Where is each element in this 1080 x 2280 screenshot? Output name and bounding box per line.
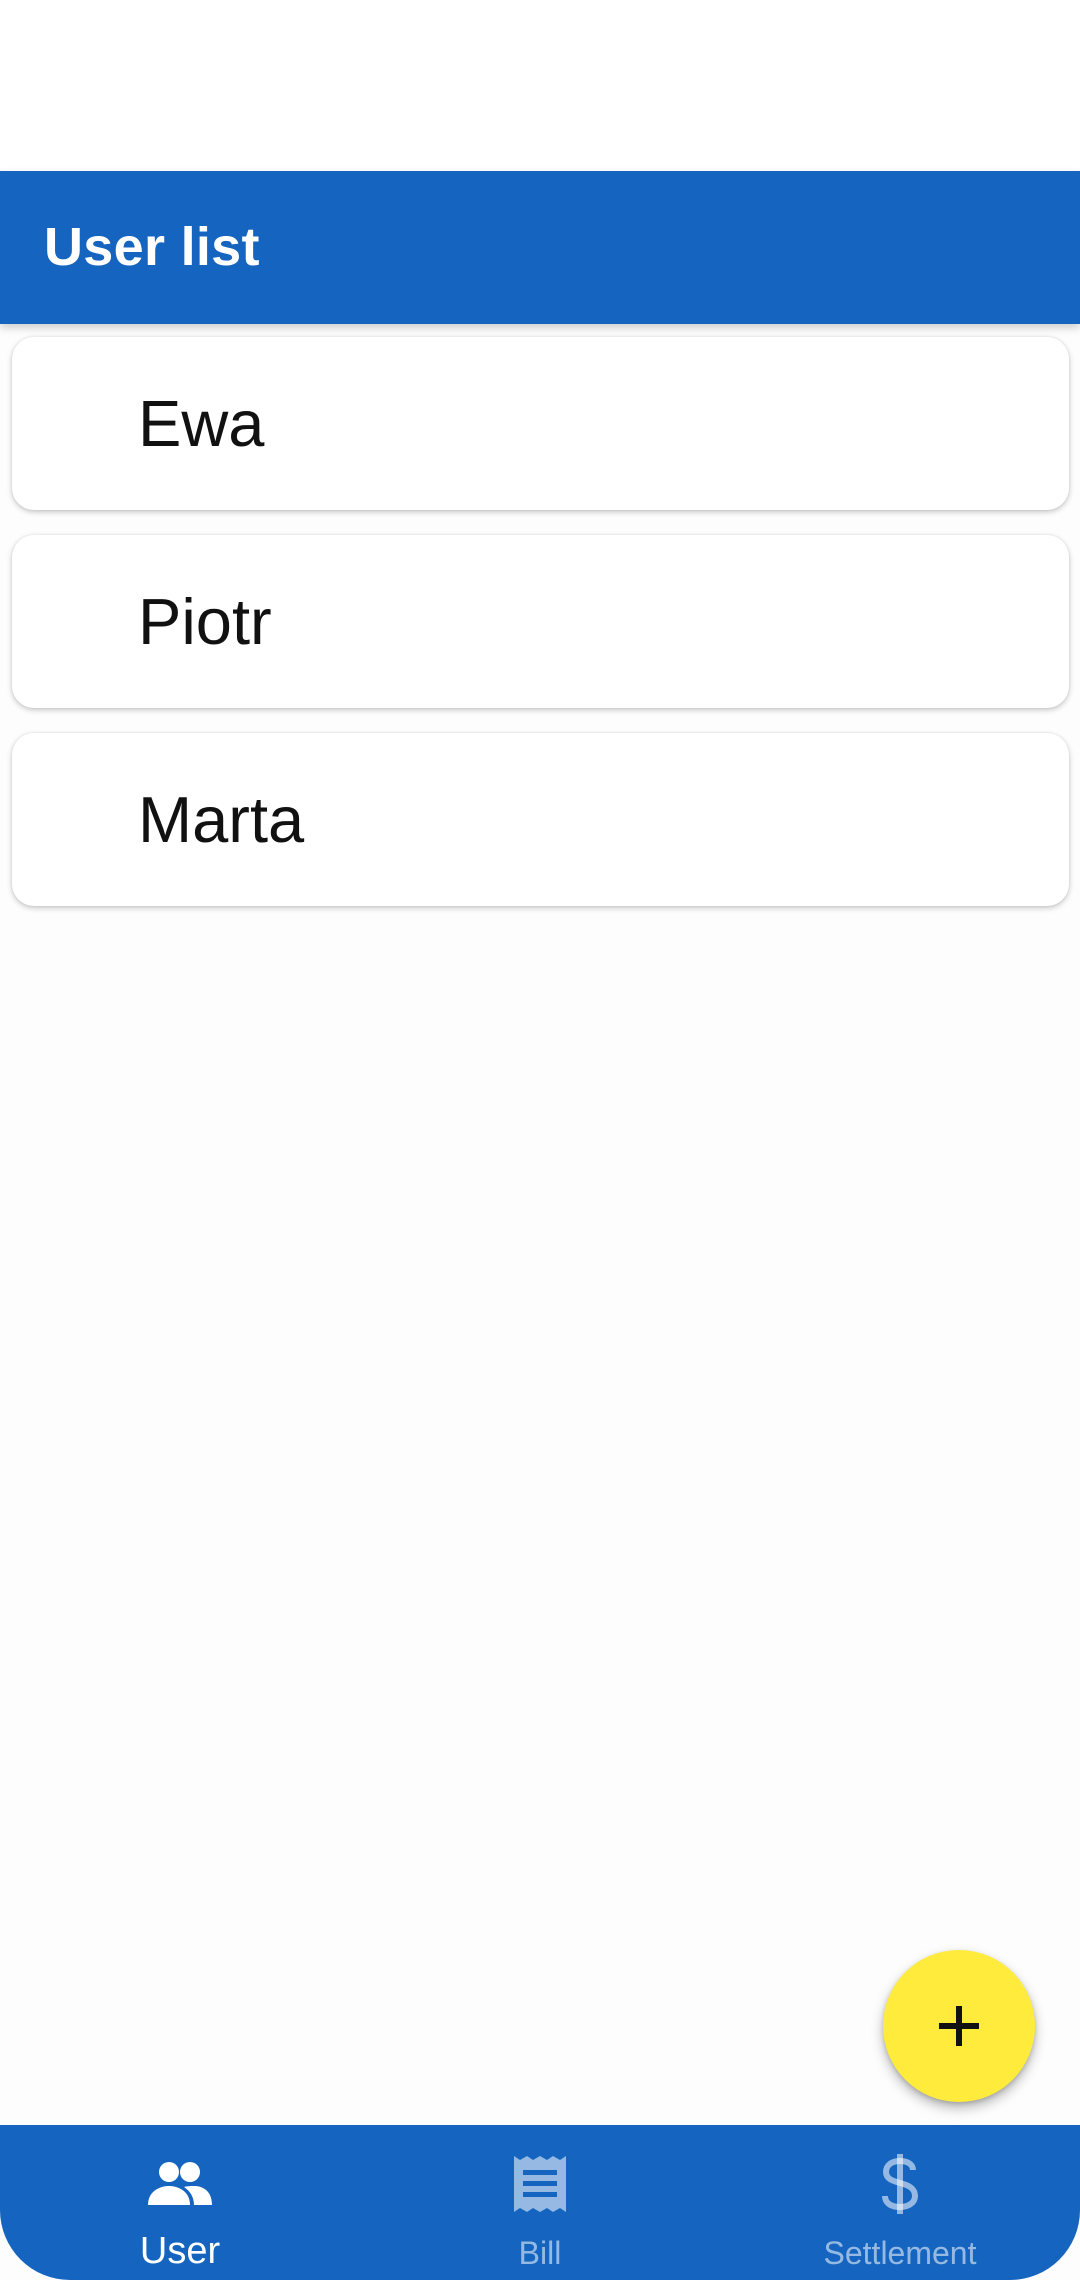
user-name: Piotr <box>138 585 272 658</box>
plus-icon <box>939 2006 979 2046</box>
nav-item-settlement[interactable]: Settlement <box>720 2125 1080 2280</box>
nav-item-user[interactable]: User <box>0 2125 360 2280</box>
user-name: Marta <box>138 783 305 856</box>
nav-label-settlement: Settlement <box>823 2235 977 2271</box>
nav-label-bill: Bill <box>518 2235 562 2271</box>
user-list-item-piotr[interactable]: Piotr <box>12 535 1069 708</box>
add-user-button[interactable] <box>883 1950 1035 2102</box>
dollar-icon <box>865 2149 935 2219</box>
page-title: User list <box>44 217 260 277</box>
user-name: Ewa <box>138 387 265 460</box>
receipt-icon <box>505 2149 575 2219</box>
status-bar-area <box>0 0 1080 171</box>
bottom-navigation: User Bill Settlement <box>0 2125 1080 2280</box>
app-bar: User list <box>0 171 1080 324</box>
nav-label-user: User <box>139 2230 221 2272</box>
nav-item-bill[interactable]: Bill <box>360 2125 720 2280</box>
people-icon <box>145 2149 215 2219</box>
user-list-item-marta[interactable]: Marta <box>12 733 1069 906</box>
user-list-item-ewa[interactable]: Ewa <box>12 337 1069 510</box>
